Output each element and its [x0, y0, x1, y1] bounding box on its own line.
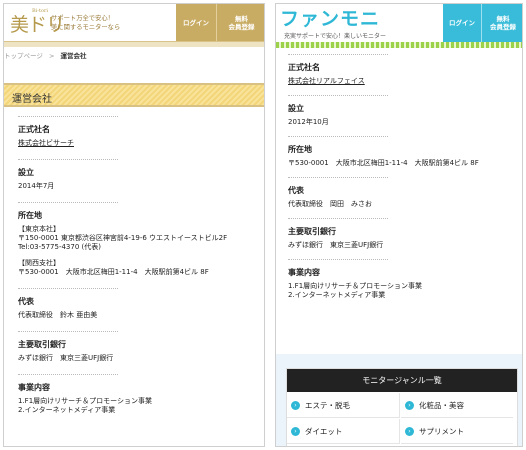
section-divider [288, 136, 388, 137]
info-section: 正式社名株式会社リアルフェイス [288, 54, 514, 95]
header-tagline: 充実サポートで安心！楽しいモニター [284, 33, 387, 40]
section-value: 代表取締役 鈴木 亜由美 [18, 311, 98, 319]
info-section: 主要取引銀行みずほ銀行 東京三菱UFJ銀行 [288, 218, 514, 259]
section-value: 2014年7月 [18, 182, 55, 190]
section-divider [288, 259, 388, 260]
info-section: 所在地【東京本社】 〒150-0001 東京都渋谷区神宮前4-19-6 ウエストイ… [18, 202, 258, 288]
section-divider [18, 159, 118, 160]
section-divider [288, 218, 388, 219]
section-value: 2.インターネットメディア事業 [288, 291, 386, 299]
genre-title: モニタージャンル一覧 [287, 369, 517, 392]
section-divider [18, 116, 118, 117]
breadcrumb: トップページ > 運営会社 [4, 52, 87, 60]
info-section: 主要取引銀行みずほ銀行 東京三菱UFJ銀行 [18, 331, 258, 374]
section-divider [288, 54, 388, 55]
chevron-right-icon: › [291, 426, 300, 436]
genre-item-supplement[interactable]: › サプリメント [401, 419, 513, 444]
section-value: 〒530-0001 大阪市北区梅田1-11-4 大阪駅前第4ビル 8F [18, 268, 209, 276]
section-label: 設立 [288, 104, 304, 113]
header-divider [4, 41, 264, 47]
section-value: 【関西支社】 [18, 259, 60, 267]
section-divider [288, 95, 388, 96]
breadcrumb-current: 運営会社 [60, 52, 87, 60]
page-title: 運営会社 [12, 94, 52, 105]
section-value [18, 252, 258, 259]
section-divider [18, 202, 118, 203]
section-label: 正式社名 [288, 63, 320, 72]
section-value: 〒150-0001 東京都渋谷区神宮前4-19-6 ウエストイーストビル2F [18, 234, 228, 242]
info-section: 代表代表取締役 鈴木 亜由美 [18, 288, 258, 331]
register-button[interactable]: 無料 会員登録 [217, 4, 264, 41]
section-label: 主要取引銀行 [18, 340, 66, 349]
section-label: 事業内容 [18, 383, 50, 392]
section-label: 代表 [288, 186, 304, 195]
header-tagline: サポート万全で安心！ 美に関するモニターなら [51, 15, 121, 31]
page-title-bar: 運営会社 [4, 83, 264, 107]
info-section: 設立 2012年10月 [288, 95, 514, 136]
company-info: 正式社名株式会社リアルフェイス 設立 2012年10月 所在地〒530-0001 大阪… [288, 54, 514, 309]
section-label: 所在地 [18, 211, 42, 220]
section-value: 1.F1層向けリサーチ＆プロモーション事業 [288, 282, 423, 290]
company-name-link[interactable]: 株式会社ビサーチ [18, 139, 258, 148]
section-label: 設立 [18, 168, 34, 177]
section-value: 2.インターネットメディア事業 [18, 406, 116, 414]
company-info: 正式社名株式会社ビサーチ 設立 2014年7月 所在地【東京本社】 〒150-0001 … [18, 116, 258, 426]
section-value: みずほ銀行 東京三菱UFJ銀行 [288, 241, 384, 249]
header-divider [276, 42, 522, 48]
info-section: 代表代表取締役 岡田 みさお [288, 177, 514, 218]
section-divider [18, 374, 118, 375]
section-divider [18, 288, 118, 289]
breadcrumb-top-link[interactable]: トップページ [4, 52, 43, 60]
register-button[interactable]: 無料 会員登録 [482, 4, 522, 42]
bitori-company-page: Bi-tori 美ドリ サポート万全で安心！ 美に関するモニターなら ログイン … [3, 3, 265, 447]
chevron-right-icon: › [405, 426, 414, 436]
chevron-right-icon: › [405, 400, 414, 410]
section-value: 【東京本社】 [18, 225, 60, 233]
info-section: 事業内容 1.F1層向けリサーチ＆プロモーション事業 2.インターネットメディア事業 [18, 374, 258, 426]
genre-box: モニタージャンル一覧 › エステ・脱毛 › 化粧品・美容 › ダイエット › サプリメン… [286, 368, 518, 446]
funmoni-logo[interactable]: ファンモニ [280, 4, 380, 31]
funmoni-header: ファンモニ 充実サポートで安心！楽しいモニター ログイン 無料 会員登録 [276, 4, 522, 45]
info-section: 所在地〒530-0001 大阪市北区梅田1-11-4 大阪駅前第4ビル 8F [288, 136, 514, 177]
genre-item-diet[interactable]: › ダイエット [287, 419, 400, 444]
section-value: 1.F1層向けリサーチ＆プロモーション事業 [18, 397, 153, 405]
genre-item-esthe[interactable]: › エステ・脱毛 [287, 393, 400, 418]
section-divider [288, 177, 388, 178]
company-name-link[interactable]: 株式会社リアルフェイス [288, 77, 514, 86]
info-section: 事業内容 1.F1層向けリサーチ＆プロモーション事業 2.インターネットメディア事業 [288, 259, 514, 309]
chevron-right-icon: › [291, 400, 300, 410]
section-label: 主要取引銀行 [288, 227, 336, 236]
section-divider [18, 331, 118, 332]
login-button[interactable]: ログイン [176, 4, 217, 41]
info-section: 正式社名株式会社ビサーチ [18, 116, 258, 159]
section-value: 代表取締役 岡田 みさお [288, 200, 372, 208]
section-label: 事業内容 [288, 268, 320, 277]
section-value: Tel:03-5775-4370 (代表) [18, 243, 101, 251]
funmoni-company-page: ファンモニ 充実サポートで安心！楽しいモニター ログイン 無料 会員登録 正式社名… [275, 3, 523, 447]
bitori-header: Bi-tori 美ドリ サポート万全で安心！ 美に関するモニターなら ログイン … [4, 4, 264, 41]
section-value: 〒530-0001 大阪市北区梅田1-11-4 大阪駅前第4ビル 8F [288, 159, 479, 167]
login-button[interactable]: ログイン [443, 4, 482, 42]
genre-item-cosmetics[interactable]: › 化粧品・美容 [401, 393, 513, 418]
section-label: 正式社名 [18, 125, 50, 134]
section-label: 代表 [18, 297, 34, 306]
section-value: 2012年10月 [288, 118, 329, 126]
section-value: みずほ銀行 東京三菱UFJ銀行 [18, 354, 114, 362]
info-section: 設立 2014年7月 [18, 159, 258, 202]
genre-panel: モニタージャンル一覧 › エステ・脱毛 › 化粧品・美容 › ダイエット › サプリメン… [276, 354, 522, 446]
section-label: 所在地 [288, 145, 312, 154]
